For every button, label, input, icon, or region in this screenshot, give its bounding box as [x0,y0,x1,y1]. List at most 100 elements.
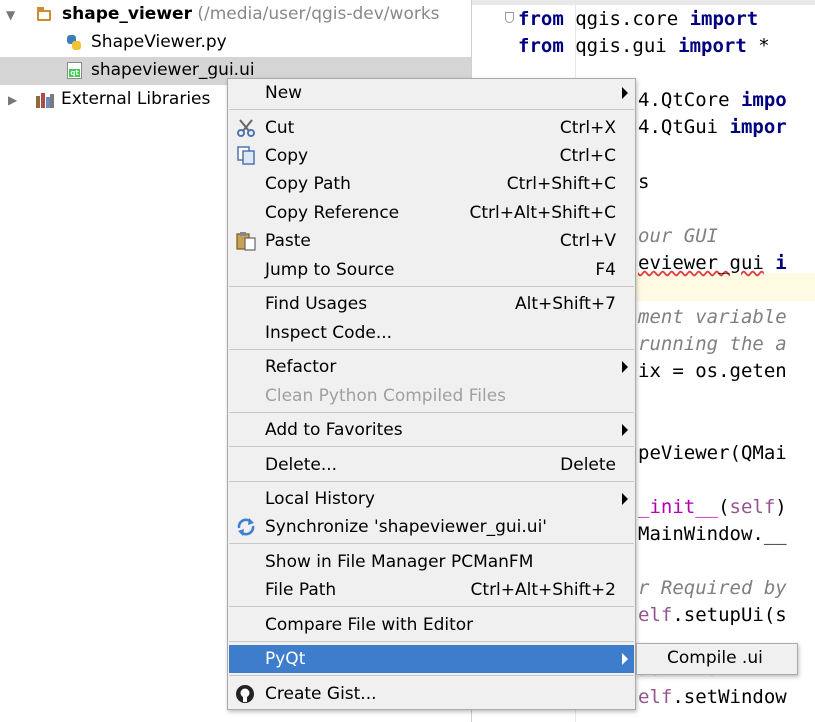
menu-label: Copy Path [265,174,351,194]
pyqt-submenu: Compile .ui [636,643,798,675]
code-token: import [689,8,759,30]
file-name: ShapeViewer.py [91,32,227,52]
menu-item-find-usages[interactable]: Find Usages Alt+Shift+7 [229,290,634,318]
menu-item-synchronize[interactable]: Synchronize 'shapeviewer_gui.ui' [229,513,634,541]
menu-item-jump-to-source[interactable]: Jump to Source F4 [229,256,634,284]
menu-shortcut: Ctrl+X [559,118,616,138]
menu-item-copy[interactable]: Copy Ctrl+C [229,142,634,170]
project-name: shape_viewer [62,4,192,24]
menu-shortcut: Ctrl+Shift+C [506,174,616,194]
code-line: _init__(self) [638,493,787,521]
scissors-icon [237,119,255,137]
code-token: peViewer(QMai [638,441,787,464]
library-icon [36,92,54,108]
menu-item-paste[interactable]: Paste Ctrl+V [229,227,634,255]
folder-icon [37,7,51,21]
menu-shortcut: Ctrl+Alt+Shift+C [469,203,616,223]
menu-label: File Path [265,580,337,600]
code-token: running the a [638,333,787,356]
code-token: _init__ [638,495,719,518]
python-file-icon [66,34,82,52]
menu-shortcut: Ctrl+V [559,231,616,251]
menu-item-copy-path[interactable]: Copy Path Ctrl+Shift+C [229,170,634,198]
menu-shortcut: Ctrl+C [559,146,616,166]
menu-item-copy-reference[interactable]: Copy Reference Ctrl+Alt+Shift+C [229,199,634,227]
code-token: from [518,8,564,30]
menu-item-file-path[interactable]: File Path Ctrl+Alt+Shift+2 [229,576,634,604]
menu-item-clean-python-compiled-files: Clean Python Compiled Files [229,382,634,410]
submenu-arrow-icon [622,361,628,373]
tree-row-shapeviewer-py[interactable]: ShapeViewer.py [0,29,471,57]
project-path: (/media/user/qgis-dev/works [197,4,440,24]
submenu-arrow-icon [622,424,628,436]
submenu-arrow-icon [622,87,628,99]
file-name: shapeviewer_gui.ui [91,60,255,80]
code-token: * [746,35,770,58]
code-token: s [638,170,650,193]
menu-shortcut: Delete [560,455,616,475]
fold-marker-icon[interactable] [505,12,514,23]
menu-item-compare-file-with-editor[interactable]: Compare File with Editor [229,611,634,639]
code-token: MainWindow.__ [638,522,787,545]
code-line: from qgis.gui import * [518,32,770,60]
menu-item-cut[interactable]: Cut Ctrl+X [229,114,634,142]
code-token: 4.QtGui [638,116,730,139]
menu-label: Local History [265,489,375,509]
code-token: self [729,495,776,518]
code-token: .setWindow [672,685,787,708]
code-line: 4.QtCore impo [638,86,787,114]
code-token: elf [638,685,673,708]
menu-label: Find Usages [265,294,368,314]
menu-item-local-history[interactable]: Local History [229,485,634,513]
code-line: running the a [638,330,787,358]
menu-label: Refactor [265,357,337,377]
code-line: peViewer(QMai [638,439,787,467]
menu-label: Jump to Source [265,260,395,280]
code-token: impor [729,116,787,139]
code-line: eviewer_gui i [638,249,787,277]
menu-item-inspect-code[interactable]: Inspect Code... [229,319,634,347]
menu-label: Add to Favorites [265,420,403,440]
menu-item-new[interactable]: New [229,79,634,107]
menu-item-delete[interactable]: Delete... Delete [229,451,634,479]
code-line: ment variable [638,303,787,331]
sync-icon [237,518,255,536]
code-line: elf.setWindow [638,683,787,711]
menu-label: Inspect Code... [265,323,393,343]
menu-item-pyqt[interactable]: PyQt [229,645,634,673]
code-token: r Required by [638,577,799,600]
menu-shortcut: F4 [595,260,616,280]
code-line: MainWindow.__ [638,520,787,548]
github-icon [236,685,254,703]
tree-row-project[interactable]: ▼ shape_viewer (/media/user/qgis-dev/wor… [0,1,471,29]
code-token: from [518,35,564,58]
code-token: .setupUi(s [672,604,787,627]
menu-label: New [265,83,303,103]
code-token: ( [718,495,730,518]
menu-item-create-gist[interactable]: Create Gist... [229,680,634,708]
menu-label: PyQt [265,649,306,669]
menu-item-add-to-favorites[interactable]: Add to Favorites [229,416,634,444]
code-token: eviewer_gui [638,251,764,274]
menu-label: Create Gist... [265,684,377,704]
submenu-item-compile-ui[interactable]: Compile .ui [667,648,763,668]
code-line: from qgis.core import [518,5,770,33]
menu-label: Show in File Manager PCManFM [265,552,534,572]
qt-ui-file-icon: qt [67,62,82,79]
copy-icon [237,146,255,165]
menu-label: Cut [265,118,295,138]
code-token: ment variable [638,306,787,329]
menu-item-show-in-file-manager[interactable]: Show in File Manager PCManFM [229,548,634,576]
menu-item-refactor[interactable]: Refactor [229,353,634,381]
menu-label: Copy Reference [265,203,400,223]
collapse-arrow-icon[interactable]: ▶ [8,93,17,107]
menu-label: Copy [265,146,309,166]
code-line: our GUI [638,222,718,250]
external-libraries-label: External Libraries [61,89,211,109]
menu-shortcut: Alt+Shift+7 [515,294,616,314]
code-token: elf [638,604,673,627]
code-token: qgis.gui [563,35,679,58]
expand-arrow-icon[interactable]: ▼ [6,8,15,22]
